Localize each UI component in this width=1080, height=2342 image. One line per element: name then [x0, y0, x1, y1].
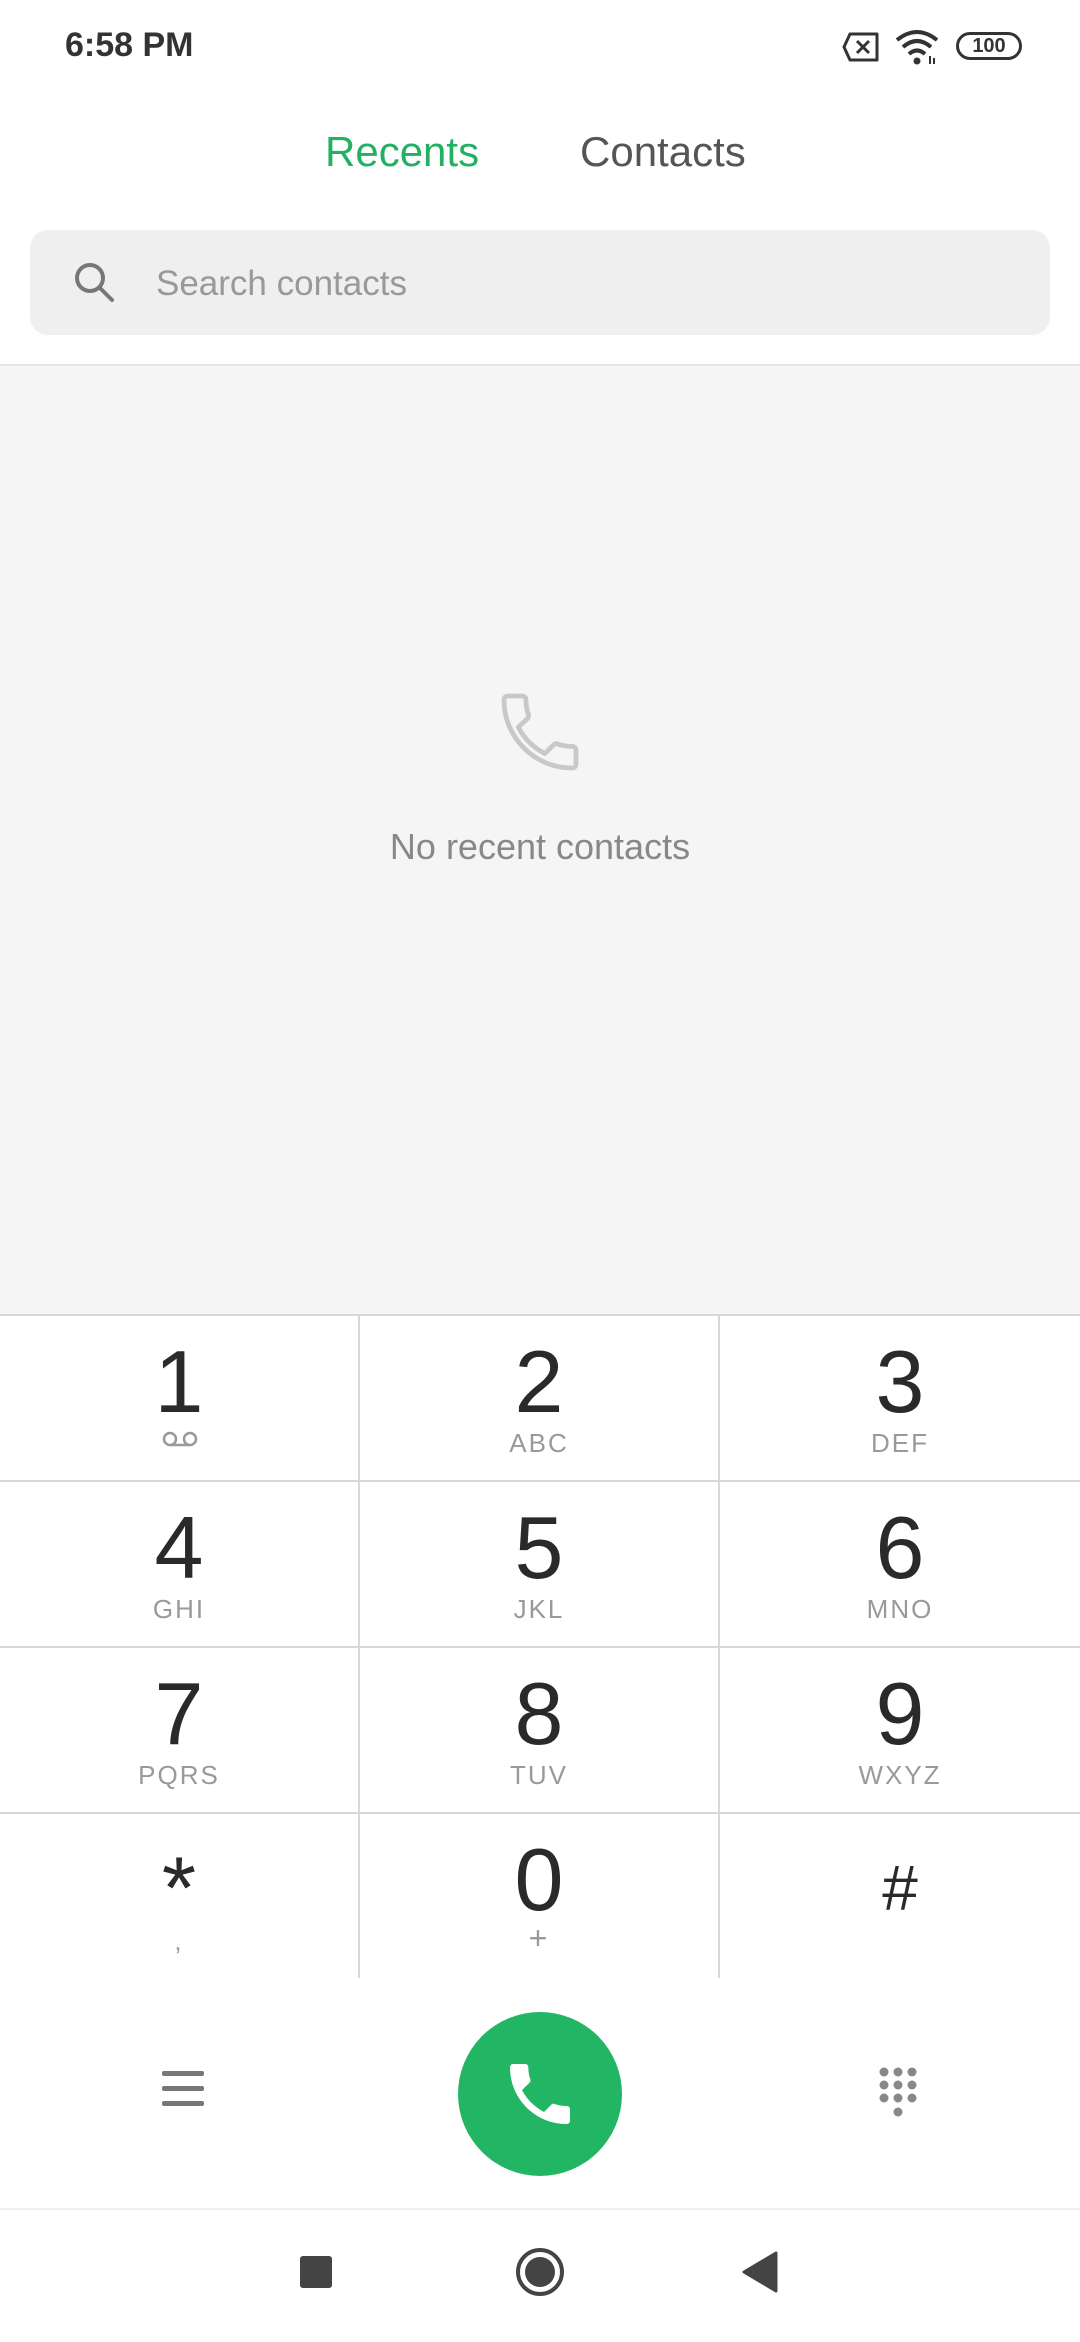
- key-digit: 7: [154, 1664, 204, 1763]
- key-letters: PQRS: [138, 1760, 220, 1790]
- recents-list: No recent contacts: [0, 364, 1080, 1316]
- dialpad-icon[interactable]: [876, 2066, 920, 2120]
- key-star[interactable]: * ,: [0, 1814, 360, 1980]
- key-hash[interactable]: #: [720, 1814, 1080, 1980]
- key-digit: 2: [514, 1332, 564, 1431]
- wifi-icon: [895, 30, 939, 65]
- key-letters: ,: [174, 1926, 184, 1956]
- recent-apps-icon[interactable]: [300, 2256, 332, 2288]
- status-time: 6:58 PM: [65, 26, 194, 64]
- tab-contacts[interactable]: Contacts: [580, 128, 746, 176]
- home-icon[interactable]: [514, 2246, 566, 2298]
- key-letters: JKL: [513, 1594, 565, 1624]
- key-letters: TUV: [510, 1760, 568, 1790]
- battery-icon: 100: [956, 32, 1022, 60]
- key-digit: 9: [875, 1664, 925, 1763]
- phone-outline-icon: [501, 693, 579, 771]
- key-digit: 6: [875, 1498, 925, 1597]
- dial-keypad: 1 2 ABC 3 DEF 4 GHI 5 JKL 6 MNO 7 PQRS 8…: [0, 1314, 1080, 1980]
- key-7[interactable]: 7 PQRS: [0, 1648, 360, 1814]
- key-letters: ABC: [509, 1428, 569, 1458]
- back-icon[interactable]: [740, 2250, 780, 2294]
- key-letters: WXYZ: [858, 1760, 942, 1790]
- key-digit: 4: [154, 1498, 204, 1597]
- call-button[interactable]: [458, 2012, 622, 2176]
- key-2[interactable]: 2 ABC: [360, 1316, 720, 1482]
- tab-bar: Recents Contacts: [0, 120, 1080, 190]
- key-digit: 5: [514, 1498, 564, 1597]
- system-nav-bar: [0, 2208, 1080, 2342]
- key-digit: #: [882, 1852, 918, 1924]
- key-9[interactable]: 9 WXYZ: [720, 1648, 1080, 1814]
- search-bar[interactable]: [30, 230, 1050, 337]
- search-input[interactable]: [154, 230, 1018, 337]
- key-digit: 3: [875, 1332, 925, 1431]
- key-8[interactable]: 8 TUV: [360, 1648, 720, 1814]
- key-digit: 0: [514, 1830, 564, 1929]
- status-bar: 6:58 PM 100: [0, 0, 1080, 96]
- search-icon: [75, 263, 114, 302]
- key-letters: DEF: [871, 1428, 929, 1458]
- key-digit: 8: [514, 1664, 564, 1763]
- key-3[interactable]: 3 DEF: [720, 1316, 1080, 1482]
- sim-error-icon: [842, 32, 879, 62]
- empty-message: No recent contacts: [389, 826, 691, 867]
- key-letters: +: [528, 1920, 550, 1956]
- menu-icon[interactable]: [160, 2068, 206, 2110]
- key-digit: *: [161, 1838, 197, 1937]
- phone-icon: [510, 2064, 570, 2124]
- key-letters: MNO: [866, 1594, 934, 1624]
- status-icons: 100: [842, 28, 1022, 68]
- key-6[interactable]: 6 MNO: [720, 1482, 1080, 1648]
- tab-recents[interactable]: Recents: [325, 128, 479, 176]
- key-5[interactable]: 5 JKL: [360, 1482, 720, 1648]
- key-1[interactable]: 1: [0, 1316, 360, 1482]
- action-bar: [0, 1978, 1080, 2208]
- key-digit: 1: [154, 1332, 204, 1431]
- key-letters: GHI: [152, 1594, 206, 1624]
- key-4[interactable]: 4 GHI: [0, 1482, 360, 1648]
- key-0[interactable]: 0 +: [360, 1814, 720, 1980]
- voicemail-icon: [162, 1431, 198, 1447]
